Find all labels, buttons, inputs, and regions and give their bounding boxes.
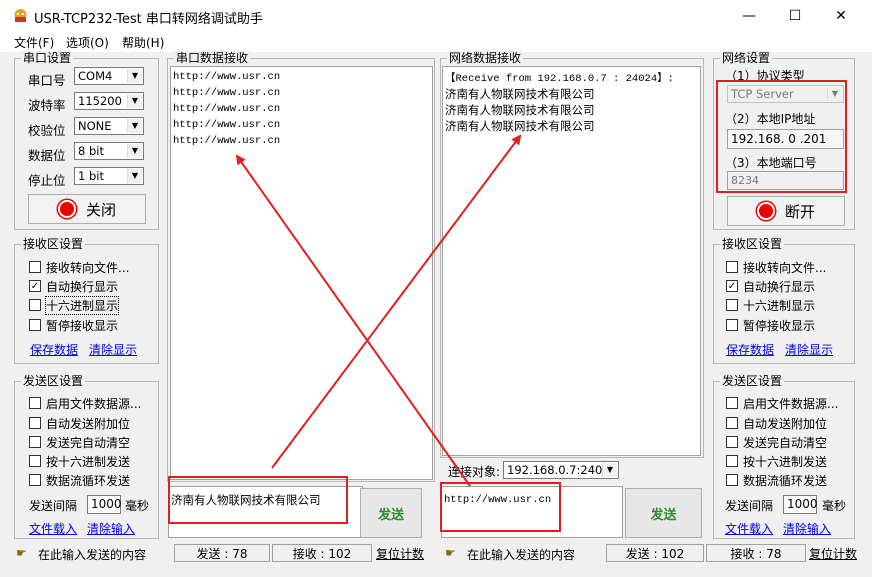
- arrow-serial-to-net: [271, 134, 522, 469]
- annotation-arrows: [235, 134, 522, 487]
- arrow-net-to-serial: [235, 154, 471, 487]
